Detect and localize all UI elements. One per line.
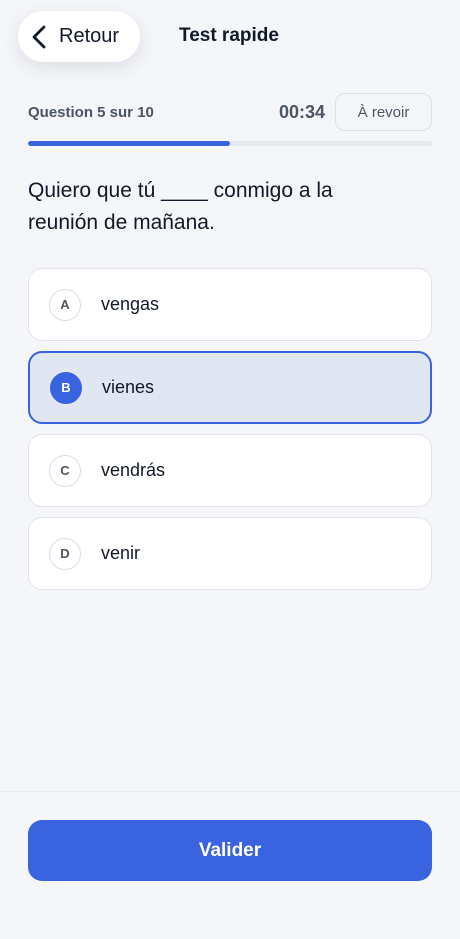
option-letter: D <box>49 537 81 570</box>
back-button-label: Retour <box>59 25 120 47</box>
option-a[interactable]: A vengas <box>28 268 432 341</box>
option-letter: C <box>49 454 81 487</box>
progress-bar <box>28 141 432 146</box>
answer-options: A vengas B vienes C vendrás D venir <box>28 268 432 600</box>
back-button[interactable]: Retour <box>18 11 140 62</box>
progress-fill <box>28 141 230 146</box>
option-text: vendrás <box>101 460 166 480</box>
submit-button[interactable]: Valider <box>28 820 432 881</box>
question-counter: Question 5 sur 10 <box>28 104 154 121</box>
option-text: vienes <box>102 377 155 397</box>
chevron-left-icon <box>32 25 52 49</box>
option-text: venir <box>101 543 141 563</box>
question-text: Quiero que tú ____ conmigo a la reunión … <box>28 179 333 234</box>
review-later-button[interactable]: À revoir <box>335 93 432 131</box>
option-d[interactable]: D venir <box>28 517 432 590</box>
option-b[interactable]: B vienes <box>28 351 432 424</box>
footer-divider <box>0 791 460 792</box>
option-letter: B <box>50 371 82 404</box>
option-letter: A <box>49 288 81 321</box>
page-title: Test rapide <box>179 25 279 46</box>
timer: 00:34 <box>278 102 325 122</box>
quiz-screen: Retour Test rapide Question 5 sur 10 00:… <box>0 0 460 939</box>
option-text: vengas <box>101 294 160 314</box>
option-c[interactable]: C vendrás <box>28 434 432 507</box>
